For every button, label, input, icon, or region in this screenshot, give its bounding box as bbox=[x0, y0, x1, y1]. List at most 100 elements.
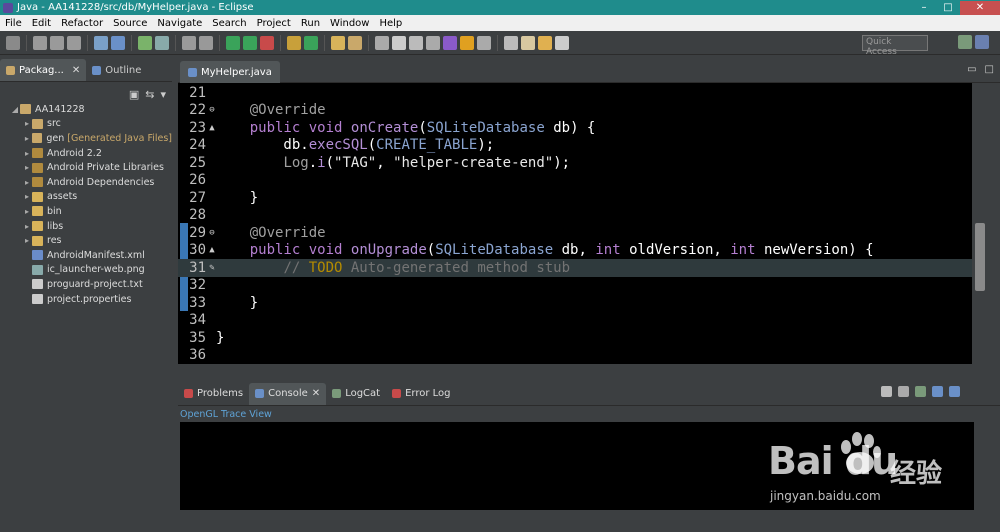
tab-package-explorer[interactable]: Packag... ✕ bbox=[0, 59, 87, 81]
collapse-arrow-icon[interactable]: ◢ bbox=[10, 105, 20, 114]
show-whitespace-icon[interactable] bbox=[426, 35, 440, 50]
gutter-marker-icon[interactable]: ▲ bbox=[208, 123, 216, 133]
menu-file[interactable]: File bbox=[0, 18, 27, 29]
expand-arrow-icon[interactable]: ▸ bbox=[22, 178, 32, 187]
menu-window[interactable]: Window bbox=[325, 18, 374, 29]
code-line[interactable]: 29 ⊖ @Override bbox=[178, 224, 972, 242]
scroll-lock-icon[interactable] bbox=[898, 386, 909, 397]
expand-arrow-icon[interactable]: ▸ bbox=[22, 163, 32, 172]
tree-root[interactable]: ◢ AA141228 bbox=[0, 102, 172, 117]
code-line[interactable]: 34 bbox=[178, 312, 972, 330]
java-perspective-icon[interactable] bbox=[975, 35, 989, 49]
expand-arrow-icon[interactable]: ▸ bbox=[22, 192, 32, 201]
code-line[interactable]: 21 bbox=[178, 84, 972, 102]
forward-arrow-icon[interactable] bbox=[555, 35, 569, 50]
tree-item[interactable]: ▸ bin bbox=[0, 204, 172, 219]
editor-vertical-scrollbar[interactable] bbox=[972, 83, 988, 364]
expand-arrow-icon[interactable]: ▸ bbox=[22, 149, 32, 158]
android-sdk-icon[interactable] bbox=[138, 35, 152, 50]
code-line[interactable]: 28 bbox=[178, 207, 972, 225]
tab-problems[interactable]: Problems bbox=[178, 383, 249, 405]
code-line[interactable]: 23 ▲ public void onCreate(SQLiteDatabase … bbox=[178, 119, 972, 137]
pixel-perfect-icon[interactable] bbox=[477, 35, 491, 50]
debug-icon[interactable] bbox=[111, 35, 125, 50]
avd-manager-icon[interactable] bbox=[155, 35, 169, 50]
link-with-editor-icon[interactable]: ⇆ bbox=[145, 88, 154, 101]
maximize-button[interactable]: □ bbox=[936, 1, 960, 15]
external-tools-icon[interactable] bbox=[260, 35, 274, 50]
console-scrollbar[interactable] bbox=[974, 422, 990, 510]
tree-item[interactable]: ▸ gen [Generated Java Files] bbox=[0, 131, 172, 146]
tree-item[interactable]: proguard-project.txt bbox=[0, 277, 172, 292]
code-line[interactable]: 26 bbox=[178, 172, 972, 190]
scrollbar-thumb[interactable] bbox=[975, 223, 985, 291]
minimize-button[interactable]: – bbox=[912, 1, 936, 15]
expand-arrow-icon[interactable]: ▸ bbox=[22, 134, 32, 143]
code-line[interactable]: 30 ▲ public void onUpgrade(SQLiteDatabase… bbox=[178, 242, 972, 260]
tree-item[interactable]: project.properties bbox=[0, 292, 172, 307]
new-java-class-icon[interactable] bbox=[304, 35, 318, 50]
maximize-editor-icon[interactable]: □ bbox=[985, 64, 994, 75]
code-line[interactable]: 25 Log.i("TAG", "helper-create-end"); bbox=[178, 154, 972, 172]
editor-tab-myhelper[interactable]: MyHelper.java bbox=[180, 61, 280, 83]
menu-run[interactable]: Run bbox=[296, 18, 325, 29]
toggle-mark-occurrences-icon[interactable] bbox=[392, 35, 406, 50]
tree-item[interactable]: ▸ libs bbox=[0, 219, 172, 234]
save-icon[interactable] bbox=[33, 35, 47, 50]
menu-help[interactable]: Help bbox=[374, 18, 407, 29]
view-menu-icon[interactable]: ▾ bbox=[160, 88, 166, 101]
menu-refactor[interactable]: Refactor bbox=[56, 18, 108, 29]
hierarchy-view-icon[interactable] bbox=[460, 35, 474, 50]
expand-arrow-icon[interactable]: ▸ bbox=[22, 222, 32, 231]
tree-item[interactable]: ▸ res bbox=[0, 233, 172, 248]
new-android-project-icon[interactable] bbox=[199, 35, 213, 50]
tree-item[interactable]: ic_launcher-web.png bbox=[0, 263, 172, 278]
tree-item[interactable]: ▸ Android Dependencies bbox=[0, 175, 172, 190]
expand-arrow-icon[interactable]: ▸ bbox=[22, 119, 32, 128]
code-line[interactable]: 35} bbox=[178, 329, 972, 347]
tree-item[interactable]: ▸ Android Private Libraries bbox=[0, 160, 172, 175]
annotation-icon[interactable] bbox=[504, 35, 518, 50]
close-tab-icon[interactable]: ✕ bbox=[72, 65, 80, 76]
search-icon[interactable] bbox=[375, 35, 389, 50]
open-task-icon[interactable] bbox=[348, 35, 362, 50]
code-line[interactable]: 36 bbox=[178, 347, 972, 365]
open-type-icon[interactable] bbox=[331, 35, 345, 50]
tree-item[interactable]: AndroidManifest.xml bbox=[0, 248, 172, 263]
gutter-marker-icon[interactable]: ✎ bbox=[208, 263, 216, 273]
code-line[interactable]: 24 db.execSQL(CREATE_TABLE); bbox=[178, 137, 972, 155]
tree-item[interactable]: ▸ assets bbox=[0, 190, 172, 205]
expand-arrow-icon[interactable]: ▸ bbox=[22, 207, 32, 216]
code-line[interactable]: 27 } bbox=[178, 189, 972, 207]
tab-error-log[interactable]: Error Log bbox=[386, 383, 456, 405]
tab-console[interactable]: Console ✕ bbox=[249, 382, 327, 405]
menu-navigate[interactable]: Navigate bbox=[152, 18, 207, 29]
tree-item[interactable]: ▸ src bbox=[0, 117, 172, 132]
tab-outline[interactable]: Outline bbox=[86, 59, 147, 81]
minimize-editor-icon[interactable]: ▭ bbox=[967, 64, 976, 75]
ddms-perspective-icon[interactable] bbox=[958, 35, 972, 49]
close-button[interactable]: ✕ bbox=[960, 0, 1000, 15]
code-editor[interactable]: 21 22 ⊖ @Override 23 ▲ public void onCreate(… bbox=[178, 83, 972, 364]
clear-console-icon[interactable] bbox=[881, 386, 892, 397]
back-arrow-icon[interactable] bbox=[538, 35, 552, 50]
save-all-icon[interactable] bbox=[50, 35, 64, 50]
quick-access-input[interactable]: Quick Access bbox=[862, 35, 928, 57]
gutter-marker-icon[interactable]: ⊖ bbox=[208, 228, 216, 238]
expand-arrow-icon[interactable]: ▸ bbox=[22, 236, 32, 245]
new-java-package-icon[interactable] bbox=[287, 35, 301, 50]
tree-item[interactable]: ▸ Android 2.2 bbox=[0, 146, 172, 161]
skip-breakpoints-icon[interactable] bbox=[94, 35, 108, 50]
menu-search[interactable]: Search bbox=[207, 18, 251, 29]
pin-console-icon[interactable] bbox=[915, 386, 926, 397]
display-console-icon[interactable] bbox=[932, 386, 943, 397]
lint-icon[interactable] bbox=[182, 35, 196, 50]
menu-source[interactable]: Source bbox=[108, 18, 152, 29]
new-icon[interactable] bbox=[6, 35, 20, 50]
code-line[interactable]: 22 ⊖ @Override bbox=[178, 102, 972, 120]
gutter-marker-icon[interactable]: ▲ bbox=[208, 245, 216, 255]
menu-project[interactable]: Project bbox=[252, 18, 296, 29]
code-line[interactable]: 33 } bbox=[178, 294, 972, 312]
open-console-icon[interactable] bbox=[949, 386, 960, 397]
back-icon[interactable] bbox=[521, 35, 535, 50]
